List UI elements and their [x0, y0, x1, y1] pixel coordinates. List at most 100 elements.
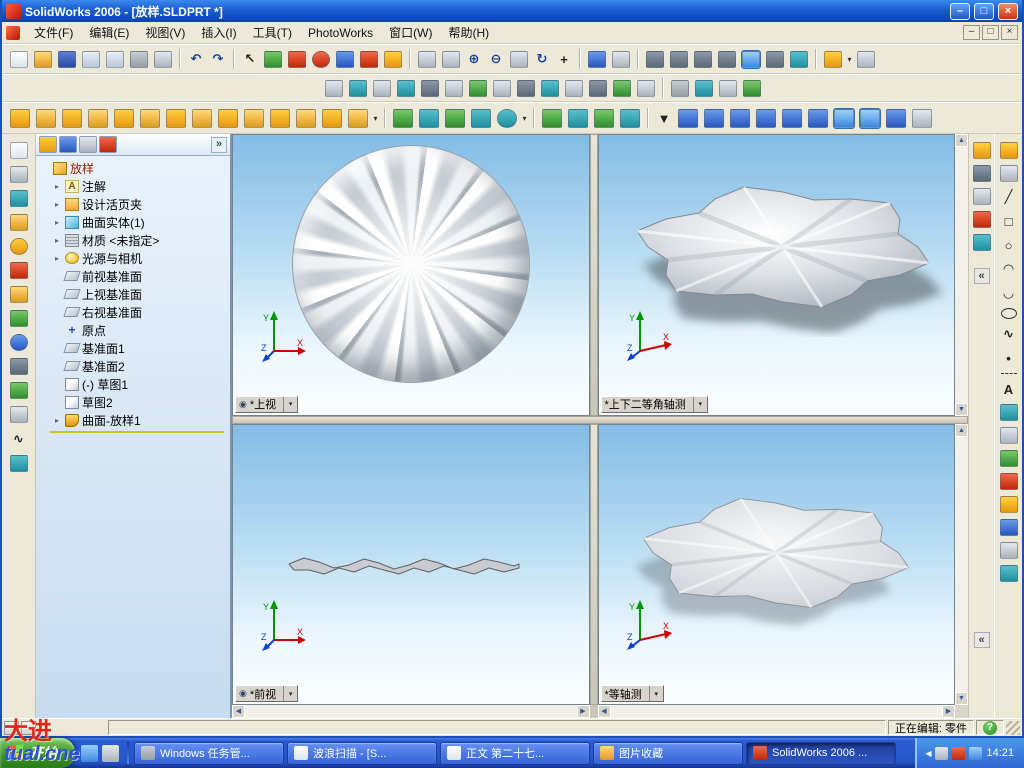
- fillet-icon[interactable]: [114, 108, 134, 128]
- web-globe-icon[interactable]: [9, 334, 28, 351]
- scroll-right-icon[interactable]: ▶: [576, 705, 590, 718]
- vertical-scrollbar[interactable]: ▲ ▼: [955, 423, 968, 705]
- view-orientation-dropdown[interactable]: ◉ *上视 ▾: [235, 395, 299, 413]
- curvature-icon[interactable]: [857, 50, 875, 68]
- display-grid-icon[interactable]: [336, 50, 354, 68]
- spline-icon[interactable]: ∿: [1000, 325, 1018, 343]
- featuremanager-tab[interactable]: [39, 136, 57, 153]
- sketch-fillet-icon[interactable]: [999, 496, 1018, 513]
- collapse-pane-icon[interactable]: «: [973, 268, 990, 284]
- scene-icon[interactable]: [972, 234, 991, 251]
- viewport-top[interactable]: Y X Z ◉ *上视 ▾: [232, 134, 590, 416]
- palette-icon[interactable]: [9, 406, 28, 423]
- scroll-left-icon[interactable]: ◀: [232, 705, 245, 718]
- line-icon[interactable]: ╱: [1000, 188, 1018, 206]
- mdi-close-button[interactable]: ×: [1001, 25, 1018, 40]
- extruded-boss-icon[interactable]: [10, 108, 30, 128]
- task-wave-sweep-doc[interactable]: 波浪扫描 - [S...: [287, 741, 437, 765]
- tree-item-root[interactable]: 放样: [38, 159, 228, 177]
- delete-face-icon[interactable]: [671, 79, 689, 97]
- sketch-pencil-icon[interactable]: [999, 142, 1018, 159]
- coordinate-system-icon[interactable]: [594, 108, 614, 128]
- task-text-doc[interactable]: 正文 第二十七...: [440, 741, 590, 765]
- close-button[interactable]: ×: [998, 2, 1018, 20]
- collapse-pane-icon[interactable]: «: [973, 632, 990, 648]
- scroll-up-icon[interactable]: ▲: [955, 423, 968, 437]
- loft-surface-front-view[interactable]: [274, 542, 534, 586]
- expander-icon[interactable]: ▸: [52, 236, 62, 245]
- mirror-feature-icon[interactable]: [730, 108, 750, 128]
- hidden-lines-removed-icon[interactable]: [694, 50, 712, 68]
- convert-entities-icon[interactable]: [999, 404, 1018, 421]
- extruded-surface-icon[interactable]: [325, 79, 343, 97]
- layers-icon[interactable]: [9, 166, 28, 183]
- resize-grip[interactable]: [1006, 720, 1020, 735]
- design-library-icon[interactable]: [9, 286, 28, 303]
- new-document-icon[interactable]: [10, 50, 28, 68]
- tree-item-right-plane[interactable]: 右视基准面: [38, 303, 228, 321]
- circle-icon[interactable]: ○: [1000, 236, 1018, 254]
- tree-item-plane2[interactable]: 基准面2: [38, 357, 228, 375]
- hole-wizard-icon[interactable]: [244, 108, 264, 128]
- show-desktop-icon[interactable]: [102, 744, 119, 762]
- bell-icon[interactable]: [9, 238, 28, 255]
- tree-item-front-plane[interactable]: 前视基准面: [38, 267, 228, 285]
- print-preview-icon[interactable]: [154, 50, 172, 68]
- tree-item-material[interactable]: ▸ 材质 <未指定>: [38, 231, 228, 249]
- radiate-surface-icon[interactable]: [445, 79, 463, 97]
- tree-item-surface-loft1[interactable]: ▸ 曲面-放样1: [38, 411, 228, 429]
- orientation-icon[interactable]: [972, 142, 991, 159]
- display-style-icon[interactable]: [972, 165, 991, 182]
- previous-view-icon[interactable]: [588, 50, 606, 68]
- menu-help[interactable]: 帮助(H): [440, 22, 497, 43]
- print-icon[interactable]: [130, 50, 148, 68]
- chamfer-icon[interactable]: [140, 108, 160, 128]
- rib-icon[interactable]: [166, 108, 186, 128]
- section-view-icon[interactable]: [790, 50, 808, 68]
- split-line-icon[interactable]: [471, 108, 491, 128]
- draft-icon[interactable]: [192, 108, 212, 128]
- menu-window[interactable]: 窗口(W): [381, 22, 440, 43]
- curve-through-points-icon[interactable]: [393, 108, 413, 128]
- revolved-surface-icon[interactable]: [349, 79, 367, 97]
- reference-plane-icon[interactable]: [542, 108, 562, 128]
- move-view-icon[interactable]: [9, 190, 28, 207]
- hidden-lines-visible-icon[interactable]: [670, 50, 688, 68]
- make-assembly-icon[interactable]: [106, 50, 124, 68]
- view-orientation-dropdown[interactable]: *等轴测 ▾: [600, 685, 664, 702]
- task-solidworks[interactable]: SolidWorks 2006 ...: [746, 741, 896, 765]
- hide-show-items-icon[interactable]: [972, 188, 991, 205]
- zoom-in-icon[interactable]: ⊕: [465, 50, 483, 68]
- input-method-icon[interactable]: [935, 746, 949, 760]
- pattern-grid-icon[interactable]: [9, 358, 28, 375]
- scroll-right-icon[interactable]: ▶: [942, 705, 955, 718]
- tree-item-lights-cameras[interactable]: ▸ 光源与相机: [38, 249, 228, 267]
- appearance-icon[interactable]: [972, 211, 991, 228]
- vertical-splitter[interactable]: [589, 134, 598, 416]
- rollback-bar[interactable]: [50, 431, 224, 433]
- window-grid-icon[interactable]: [21, 720, 36, 735]
- arc-icon[interactable]: ◠: [1000, 260, 1018, 278]
- move-face-icon[interactable]: [719, 79, 737, 97]
- composite-curve-icon[interactable]: [445, 108, 465, 128]
- mdi-minimize-button[interactable]: –: [963, 25, 980, 40]
- scrollbar-track[interactable]: [611, 705, 943, 718]
- linear-sketch-pattern-icon[interactable]: [999, 519, 1018, 536]
- menu-tools[interactable]: 工具(T): [245, 22, 300, 43]
- centerline-icon[interactable]: [1000, 373, 1017, 374]
- miter-flange-icon[interactable]: [808, 108, 828, 128]
- vertical-scrollbar[interactable]: ▲ ▼: [955, 134, 968, 416]
- expander-icon[interactable]: ▸: [52, 182, 62, 191]
- ellipse-icon[interactable]: [1000, 308, 1017, 319]
- extruded-cut-icon[interactable]: [270, 108, 290, 128]
- replace-face-icon[interactable]: [695, 79, 713, 97]
- viewport-dimetric[interactable]: Y X Z *上下二等角轴测 ▾: [597, 134, 955, 416]
- projected-curve-icon[interactable]: [419, 108, 439, 128]
- knit-surface-icon[interactable]: [469, 79, 487, 97]
- menu-insert[interactable]: 插入(I): [193, 22, 244, 43]
- start-button[interactable]: 开始: [0, 738, 75, 768]
- viewport-front[interactable]: Y X Z ◉ *前视 ▾: [232, 423, 590, 705]
- drop-down-arrow-icon[interactable]: ▼: [655, 109, 673, 127]
- scrollbar-track[interactable]: [955, 147, 968, 403]
- edit-color-icon[interactable]: [288, 50, 306, 68]
